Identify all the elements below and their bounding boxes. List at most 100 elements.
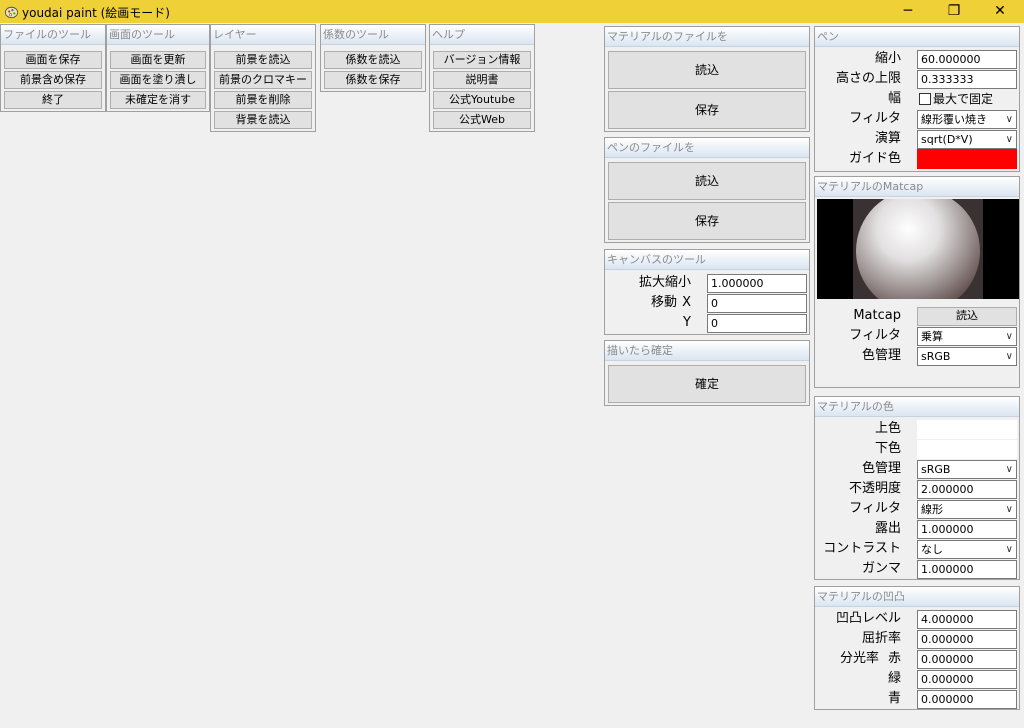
confirm-button[interactable]: 確定 [608, 365, 806, 403]
manual-button[interactable]: 説明書 [433, 71, 531, 89]
version-info-button[interactable]: バージョン情報 [433, 51, 531, 69]
height-limit-input[interactable]: 0.333333 [917, 70, 1017, 89]
window-title: youdai paint (絵画モード) [22, 6, 170, 20]
save-with-foreground-button[interactable]: 前景含め保存 [4, 71, 102, 89]
upper-color-label: 上色 [874, 421, 901, 436]
panel-header: マテリアルのMatcap [815, 177, 1019, 197]
pen-filter-select[interactable]: 線形覆い焼き ∨ [917, 110, 1017, 129]
dispersion-red-input[interactable]: 0.000000 [917, 650, 1017, 669]
screen-tools-panel: 画面のツール 画面を更新 画面を塗り潰し 未確定を消す [106, 24, 210, 112]
contrast-select[interactable]: なし ∨ [917, 540, 1017, 559]
clear-unconfirmed-button[interactable]: 未確定を消す [110, 91, 206, 109]
lower-color-label: 下色 [874, 441, 901, 456]
move-x-label: X [682, 295, 691, 310]
dispersion-label: 分光率 [839, 651, 879, 666]
panel-header: 係数のツール [321, 25, 425, 45]
zoom-input[interactable]: 1.000000 [707, 274, 807, 293]
matcap-color-mgmt-value: sRGB [921, 350, 951, 363]
lower-color-swatch[interactable] [917, 440, 1017, 459]
matcap-label: Matcap [853, 308, 901, 323]
pen-save-button[interactable]: 保存 [608, 202, 806, 240]
coef-tools-panel: 係数のツール 係数を読込 係数を保存 [320, 24, 426, 92]
material-filter-value: 線形 [921, 503, 943, 516]
save-coef-button[interactable]: 係数を保存 [324, 71, 422, 89]
opacity-input[interactable]: 2.000000 [917, 480, 1017, 499]
bump-level-input[interactable]: 4.000000 [917, 610, 1017, 629]
fill-screen-button[interactable]: 画面を塗り潰し [110, 71, 206, 89]
load-background-button[interactable]: 背景を読込 [214, 111, 312, 129]
color-mgmt-label: 色管理 [861, 461, 901, 476]
material-bump-panel: マテリアルの凹凸 凹凸レベル 4.000000 屈折率 0.000000 分光率… [814, 586, 1020, 710]
website-link-button[interactable]: 公式Web [433, 111, 531, 129]
panel-header: マテリアルの凹凸 [815, 587, 1019, 607]
material-color-panel: マテリアルの色 上色 下色 色管理 sRGB ∨ 不透明度 2.000000 フィ… [814, 396, 1020, 580]
upper-color-swatch[interactable] [917, 420, 1017, 439]
move-y-input[interactable]: 0 [707, 314, 807, 333]
op-value: sqrt(D*V) [921, 133, 973, 146]
panel-header: ペン [815, 27, 1019, 47]
file-tools-panel: ファイルのツール 画面を保存 前景含め保存 終了 [0, 24, 106, 112]
delete-foreground-button[interactable]: 前景を削除 [214, 91, 312, 109]
dispersion-green-input[interactable]: 0.000000 [917, 670, 1017, 689]
chevron-down-icon: ∨ [1005, 544, 1013, 555]
load-coef-button[interactable]: 係数を読込 [324, 51, 422, 69]
fix-max-label: 最大で固定 [933, 92, 994, 106]
chevron-down-icon: ∨ [1005, 504, 1013, 515]
panel-header: 画面のツール [107, 25, 209, 45]
matcap-panel: マテリアルのMatcap Matcap 読込 フィルタ 乗算 ∨ 色管理 sRGB… [814, 176, 1020, 388]
title-bar[interactable]: youdai paint (絵画モード) ─ ❐ ✕ [0, 0, 1024, 23]
matcap-color-mgmt-label: 色管理 [861, 348, 901, 363]
exit-button[interactable]: 終了 [4, 91, 102, 109]
move-label: 移動 [650, 295, 677, 310]
help-panel: ヘルプ バージョン情報 説明書 公式Youtube 公式Web [429, 24, 535, 132]
move-x-input[interactable]: 0 [707, 294, 807, 313]
load-foreground-button[interactable]: 前景を読込 [214, 51, 312, 69]
matcap-color-mgmt-select[interactable]: sRGB ∨ [917, 347, 1017, 366]
chevron-down-icon: ∨ [1005, 331, 1013, 342]
dispersion-blue-label: 青 [887, 691, 901, 706]
dispersion-blue-input[interactable]: 0.000000 [917, 690, 1017, 709]
canvas-tools-panel: キャンバスのツール 拡大縮小 1.000000 移動 X 0 Y 0 [604, 249, 810, 335]
panel-header: レイヤー [211, 25, 315, 45]
close-button[interactable]: ✕ [977, 0, 1023, 23]
pen-filter-label: フィルタ [849, 111, 901, 126]
opacity-label: 不透明度 [848, 481, 901, 496]
guide-color-label: ガイド色 [848, 151, 901, 166]
refraction-input[interactable]: 0.000000 [917, 630, 1017, 649]
canvas-title: キャンバス(800x532) [13, 129, 126, 142]
foreground-chromakey-button[interactable]: 前景のクロマキー [214, 71, 312, 89]
op-select[interactable]: sqrt(D*V) ∨ [917, 130, 1017, 149]
scale-input[interactable]: 60.000000 [917, 50, 1017, 69]
exposure-input[interactable]: 1.000000 [917, 520, 1017, 539]
refraction-label: 屈折率 [861, 631, 901, 646]
panel-header: ファイルのツール [1, 25, 105, 45]
minimize-button[interactable]: ─ [885, 0, 931, 23]
material-file-panel: マテリアルのファイルを 読込 保存 [604, 26, 810, 132]
chevron-down-icon: ∨ [1005, 134, 1013, 145]
gamma-input[interactable]: 1.000000 [917, 560, 1017, 579]
panel-header: マテリアルの色 [815, 397, 1019, 417]
refresh-screen-button[interactable]: 画面を更新 [110, 51, 206, 69]
pen-filter-value: 線形覆い焼き [921, 113, 987, 126]
matcap-filter-label: フィルタ [849, 328, 901, 343]
save-screen-button[interactable]: 画面を保存 [4, 51, 102, 69]
material-save-button[interactable]: 保存 [608, 91, 806, 129]
pen-load-button[interactable]: 読込 [608, 162, 806, 200]
matcap-load-button[interactable]: 読込 [917, 307, 1017, 326]
height-limit-label: 高さの上限 [835, 71, 901, 86]
material-load-button[interactable]: 読込 [608, 51, 806, 89]
move-y-label: Y [683, 315, 691, 330]
matcap-filter-select[interactable]: 乗算 ∨ [917, 327, 1017, 346]
panel-header: 描いたら確定 [605, 341, 809, 361]
width-label: 幅 [887, 91, 901, 106]
color-mgmt-select[interactable]: sRGB ∨ [917, 460, 1017, 479]
material-filter-select[interactable]: 線形 ∨ [917, 500, 1017, 519]
fix-max-checkbox[interactable] [919, 93, 931, 105]
guide-color-swatch[interactable] [917, 149, 1017, 169]
dispersion-red-label: 赤 [887, 651, 901, 666]
pen-panel: ペン 縮小 60.000000 高さの上限 0.333333 幅 最大で固定 フ… [814, 26, 1020, 172]
zoom-label: 拡大縮小 [638, 275, 691, 290]
youtube-link-button[interactable]: 公式Youtube [433, 91, 531, 109]
layer-panel: レイヤー 前景を読込 前景のクロマキー 前景を削除 背景を読込 [210, 24, 316, 132]
maximize-button[interactable]: ❐ [931, 0, 977, 23]
